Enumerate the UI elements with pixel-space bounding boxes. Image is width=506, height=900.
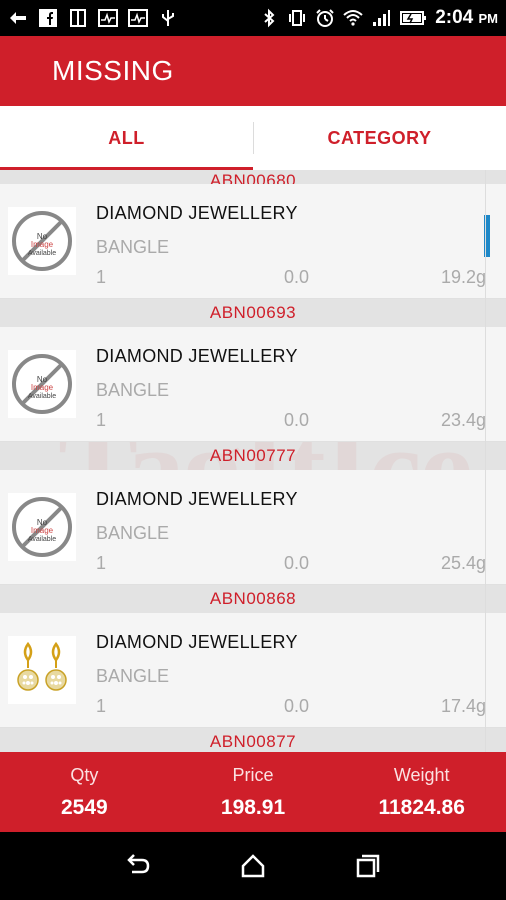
total-price: Price 198.91 [169, 752, 338, 832]
total-weight-label: Weight [393, 764, 450, 785]
total-qty: Qty 2549 [0, 752, 169, 832]
svg-text:Available: Available [28, 393, 56, 400]
clock: 2:04 PM [435, 7, 498, 28]
battery-icon [399, 8, 427, 28]
svg-text:Image: Image [31, 383, 54, 392]
svg-text:Available: Available [28, 536, 56, 543]
signal-icon [371, 8, 391, 28]
usb-icon [158, 8, 178, 28]
item-name: DIAMOND JEWELLERY [96, 203, 298, 223]
total-qty-label: Qty [70, 764, 99, 785]
item-name: DIAMOND JEWELLERY [96, 489, 298, 509]
no-image-icon: No Image Available [8, 493, 76, 561]
system-nav-bar [0, 832, 506, 900]
total-weight-value: 11824.86 [378, 795, 465, 819]
svg-text:Image: Image [31, 240, 54, 249]
earrings-image [8, 636, 76, 704]
no-image-icon: No Image Available [8, 207, 76, 275]
item-qty: 1 [96, 410, 107, 430]
item-qty: 1 [96, 696, 107, 716]
item-price: 0.0 [284, 553, 310, 573]
item-name: DIAMOND JEWELLERY [96, 346, 298, 366]
item-code-header: ABN00868 [0, 585, 506, 613]
item-code-header: ABN00877 [0, 728, 506, 752]
recents-icon[interactable] [348, 846, 388, 886]
svg-text:Image: Image [31, 526, 54, 535]
bluetooth-icon [259, 8, 279, 28]
item-weight: 19.2g [440, 267, 486, 287]
back-icon[interactable] [118, 846, 158, 886]
list-item[interactable]: No Image Available DIAMOND JEWELLERY BANGL… [0, 327, 506, 442]
activity-icon [128, 8, 148, 28]
scrollbar-track [485, 170, 486, 752]
wifi-icon [343, 8, 363, 28]
status-bar: 2:04 PM [0, 0, 506, 36]
vibrate-icon [287, 8, 307, 28]
tablet-icon [68, 8, 88, 28]
item-category: BANGLE [96, 380, 170, 400]
item-category: BANGLE [96, 523, 170, 543]
no-image-icon: No Image Available [8, 350, 76, 418]
item-qty: 1 [96, 553, 107, 573]
item-code-header: ABN00680 [0, 170, 506, 184]
item-price: 0.0 [284, 696, 310, 716]
item-qty: 1 [96, 267, 107, 287]
activity-icon [98, 8, 118, 28]
tab-divider [253, 122, 254, 154]
back-arrow-icon [8, 8, 28, 28]
item-code-header: ABN00693 [0, 299, 506, 327]
app-bar: MISSING [0, 36, 506, 106]
list-item[interactable]: No Image Available DIAMOND JEWELLERY BANGL… [0, 184, 506, 299]
facebook-icon [38, 8, 58, 28]
item-name: DIAMOND JEWELLERY [96, 632, 298, 652]
svg-text:Available: Available [28, 250, 56, 257]
page-title: MISSING [52, 55, 174, 86]
total-price-value: 198.91 [220, 795, 286, 819]
tab-category[interactable]: CATEGORY [253, 106, 506, 170]
total-weight: Weight 11824.86 [337, 752, 506, 832]
item-code-header: ABN00777 [0, 442, 506, 470]
item-price: 0.0 [284, 410, 310, 430]
item-list[interactable]: TagItIce ABN00680 NoImageAvailable DIAMO… [0, 170, 506, 752]
list-item[interactable]: DIAMOND JEWELLERY BANGLE 1 0.0 17.4g [0, 613, 506, 728]
item-category: BANGLE [96, 666, 170, 686]
item-price: 0.0 [284, 267, 310, 287]
item-weight: 25.4g [440, 553, 486, 573]
total-price-label: Price [232, 764, 274, 785]
home-icon[interactable] [233, 846, 273, 886]
earring-left-icon [17, 641, 39, 691]
earring-right-icon [45, 641, 67, 691]
totals-bar: Qty 2549 Price 198.91 Weight 11824.86 [0, 752, 506, 832]
item-weight: 23.4g [440, 410, 486, 430]
alarm-icon [315, 8, 335, 28]
item-weight: 17.4g [440, 696, 486, 716]
tab-all[interactable]: ALL [0, 106, 253, 170]
list-item[interactable]: No Image Available DIAMOND JEWELLERY BANGL… [0, 470, 506, 585]
total-qty-value: 2549 [60, 795, 108, 819]
item-category: BANGLE [96, 237, 170, 257]
